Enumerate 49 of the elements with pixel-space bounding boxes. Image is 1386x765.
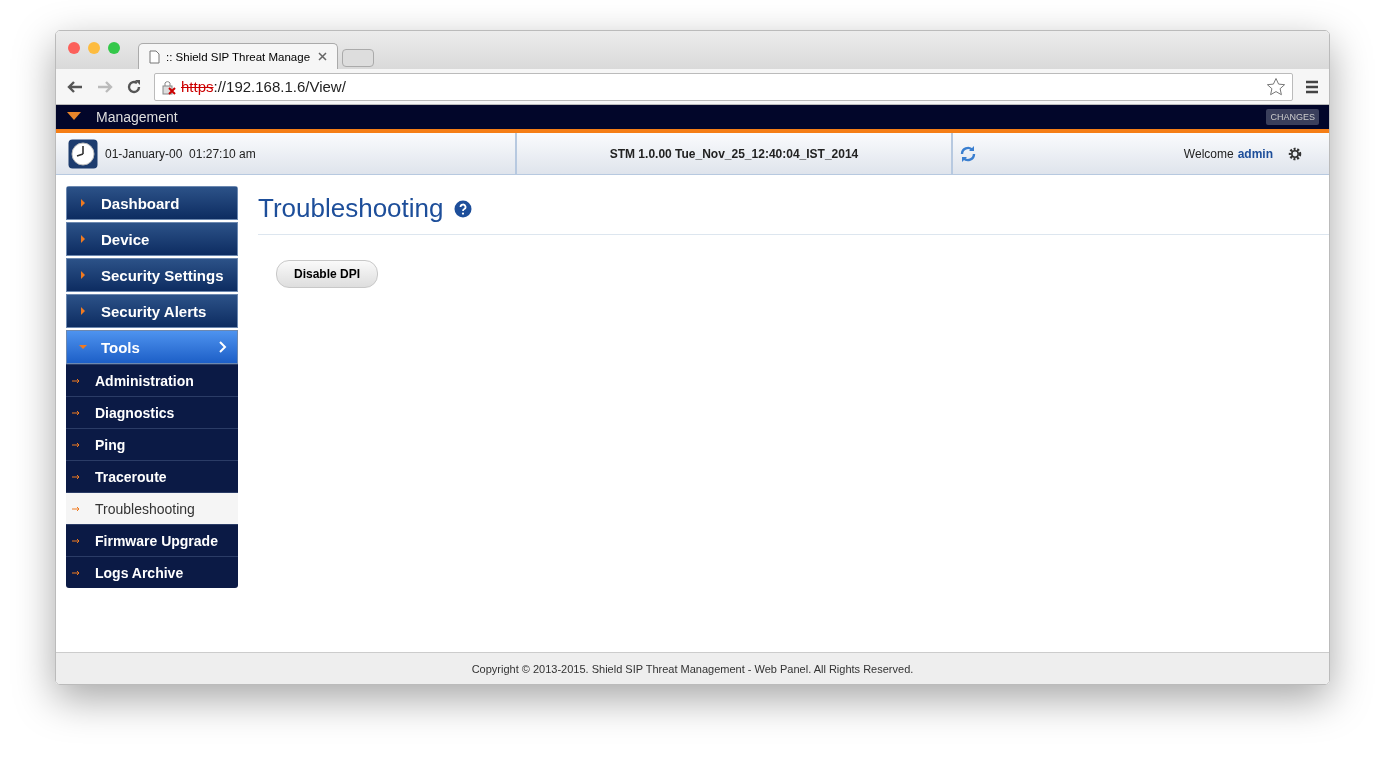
copyright-text: Copyright © 2013-2015. Shield SIP Threat Management - Web Panel. All Rights Reserved. (471, 662, 914, 675)
caret-right-icon (79, 235, 87, 243)
caret-right-icon (79, 199, 87, 207)
chevron-right-icon (219, 341, 227, 353)
close-window-button[interactable] (68, 42, 80, 54)
brand-name: Management (96, 109, 179, 125)
back-icon[interactable] (66, 78, 84, 95)
close-icon[interactable] (318, 52, 327, 61)
arrow-right-icon (72, 377, 81, 384)
sidebar-item[interactable]: Dashboard (66, 186, 238, 220)
logo-icon (66, 112, 82, 122)
date-time: 01-January-00 01:27:10 am (105, 146, 256, 161)
caret-down-icon (79, 343, 87, 351)
arrow-right-icon (72, 537, 81, 544)
address-bar[interactable]: https://192.168.1.6/View/ (154, 72, 1293, 101)
bookmark-star-icon[interactable] (1266, 76, 1286, 97)
settings-icon[interactable] (1287, 145, 1303, 162)
document-icon (149, 49, 160, 64)
disable-dpi-button[interactable]: Disable DPI (276, 260, 379, 288)
browser-tab[interactable]: :: Shield SIP Threat Manage (138, 43, 338, 69)
page-title: Troubleshooting (258, 193, 444, 224)
arrow-right-icon (72, 441, 81, 448)
arrow-right-icon (72, 505, 81, 512)
arrow-right-icon (72, 409, 81, 416)
submenu-item[interactable]: Troubleshooting (66, 492, 238, 524)
help-icon[interactable] (453, 199, 472, 218)
caret-right-icon (79, 307, 87, 315)
caret-right-icon (79, 271, 87, 279)
arrow-right-icon (72, 569, 81, 576)
sidebar-item[interactable]: Tools (66, 330, 238, 364)
welcome-text: Welcome (1183, 146, 1234, 161)
user-link[interactable]: admin (1237, 146, 1273, 161)
submenu-item[interactable]: Diagnostics (66, 396, 238, 428)
sidebar-item[interactable]: Security Alerts (66, 294, 238, 328)
submenu-item[interactable]: Ping (66, 428, 238, 460)
refresh-icon[interactable] (959, 144, 977, 163)
submenu-item[interactable]: Administration (66, 364, 238, 396)
submenu-item[interactable]: Logs Archive (66, 556, 238, 588)
clock-icon (68, 138, 98, 169)
reload-icon[interactable] (126, 78, 142, 95)
insecure-lock-icon (161, 78, 177, 95)
sidebar-item[interactable]: Device (66, 222, 238, 256)
arrow-right-icon (72, 473, 81, 480)
changes-button[interactable]: CHANGES (1266, 109, 1319, 125)
menu-icon[interactable] (1305, 79, 1319, 94)
submenu-item[interactable]: Firmware Upgrade (66, 524, 238, 556)
submenu-item[interactable]: Traceroute (66, 460, 238, 492)
sidebar-item[interactable]: Security Settings (66, 258, 238, 292)
version-text: STM 1.0.00 Tue_Nov_25_12:40:04_IST_2014 (609, 146, 859, 161)
